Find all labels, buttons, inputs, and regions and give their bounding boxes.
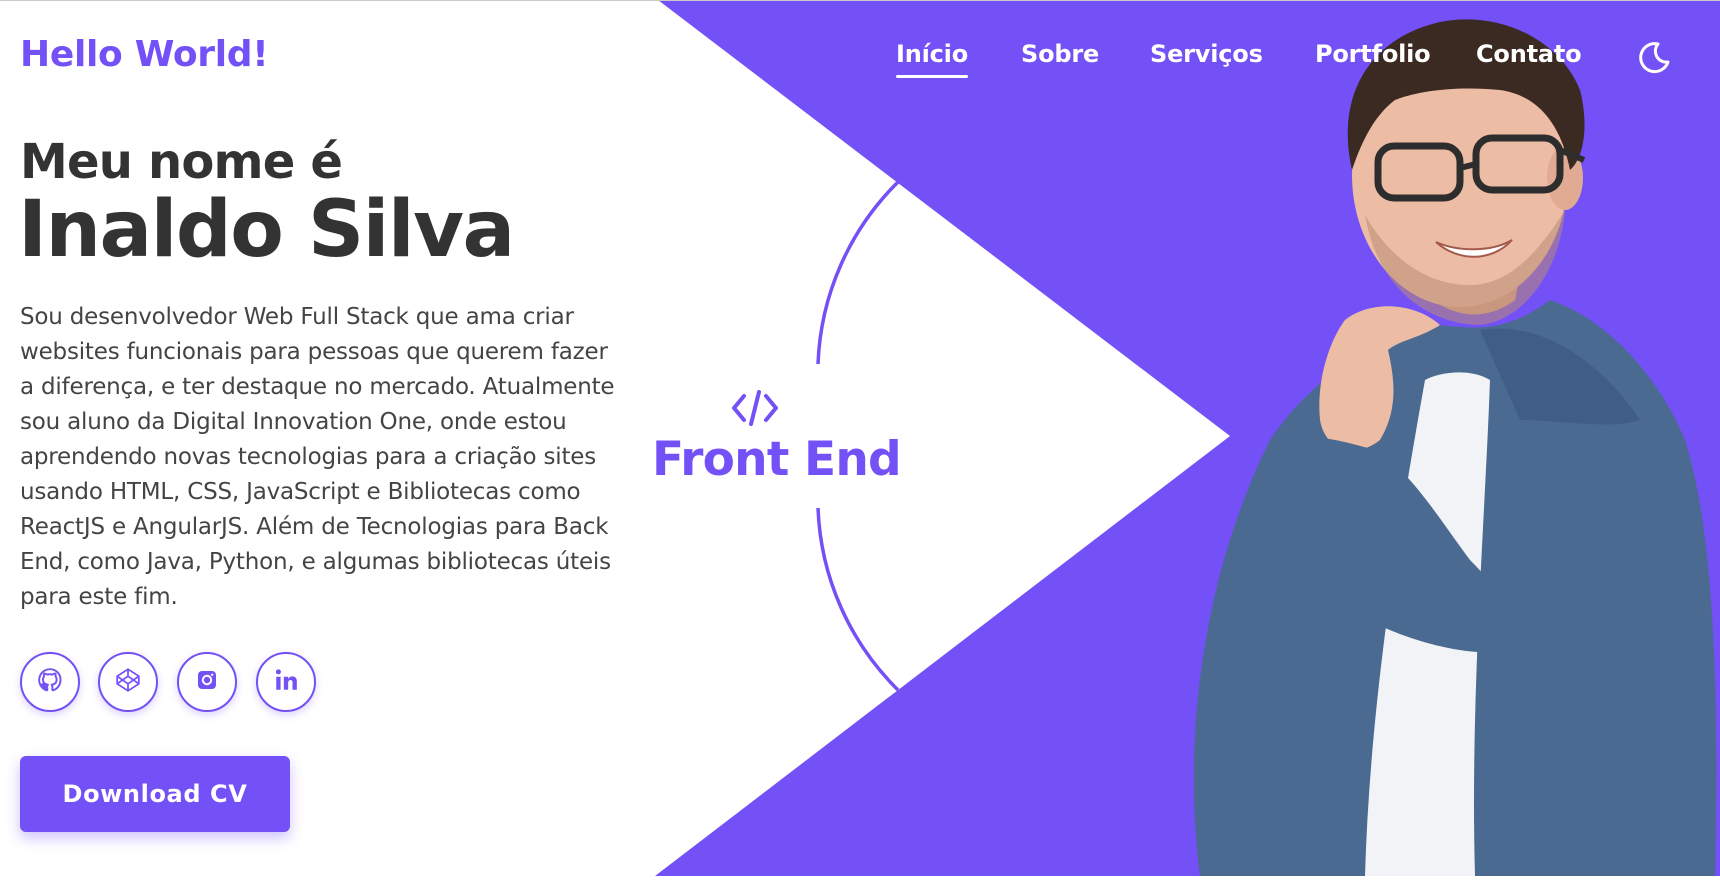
specialty-label: Front End bbox=[652, 432, 902, 487]
hero-description: Sou desenvolvedor Web Full Stack que ama… bbox=[20, 304, 615, 610]
codepen-icon bbox=[115, 667, 141, 697]
instagram-icon bbox=[195, 668, 219, 696]
github-link[interactable] bbox=[20, 652, 80, 712]
nav-item-servicos[interactable]: Serviços bbox=[1150, 40, 1263, 68]
linkedin-link[interactable] bbox=[256, 652, 316, 712]
github-icon bbox=[37, 667, 63, 697]
nav-item-sobre[interactable]: Sobre bbox=[1021, 40, 1099, 68]
site-logo[interactable]: Hello World! bbox=[20, 34, 269, 75]
download-cv-button[interactable]: Download CV bbox=[20, 756, 290, 832]
profile-photo bbox=[1140, 0, 1720, 880]
hero-pre-title: Meu nome é bbox=[20, 134, 343, 190]
nav-item-contato[interactable]: Contato bbox=[1476, 40, 1582, 68]
codepen-link[interactable] bbox=[98, 652, 158, 712]
hero-name: Inaldo Silva bbox=[18, 185, 515, 275]
top-border bbox=[0, 0, 1720, 1]
moon-icon[interactable] bbox=[1636, 40, 1672, 80]
code-icon bbox=[730, 388, 780, 432]
nav-item-inicio[interactable]: Início bbox=[896, 40, 968, 78]
instagram-link[interactable] bbox=[177, 652, 237, 712]
nav-item-portfolio[interactable]: Portfolio bbox=[1315, 40, 1431, 68]
linkedin-icon bbox=[273, 667, 299, 697]
